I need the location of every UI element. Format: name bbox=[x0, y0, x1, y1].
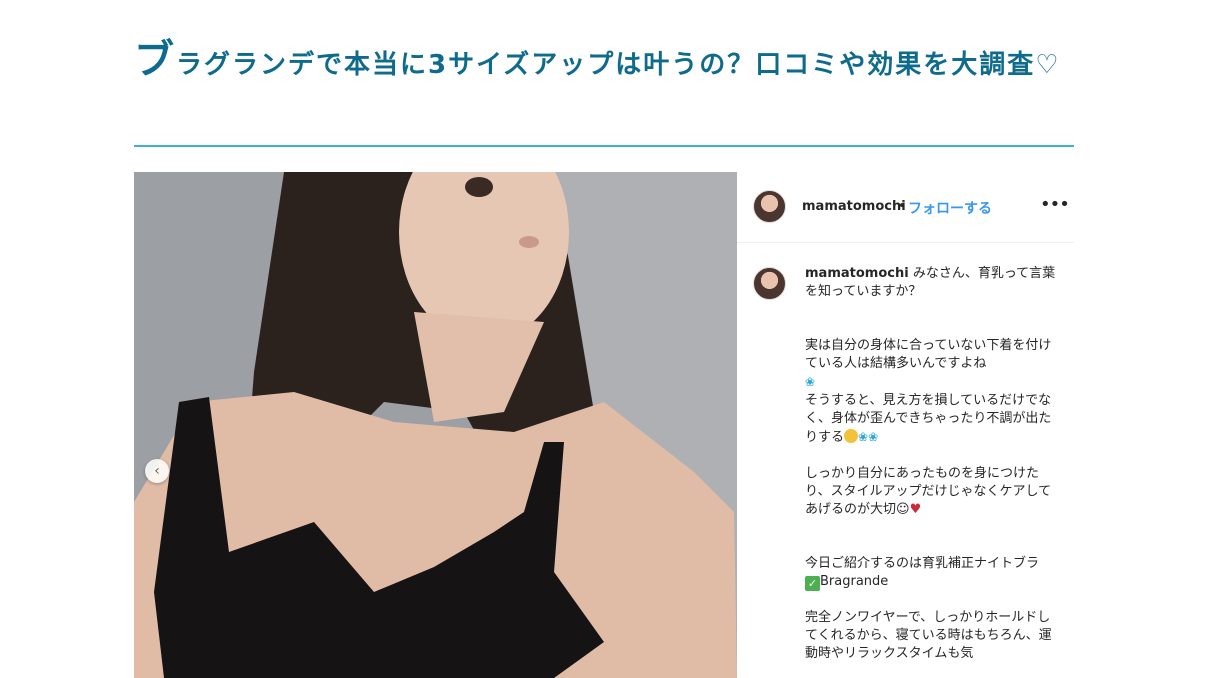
dash-emoji-icon: ❀❀ bbox=[858, 430, 879, 444]
article-title-text: ラグランデで本当に3サイズアップは叶うの？口コミや効果を大調査♡ bbox=[176, 50, 1061, 80]
avatar[interactable] bbox=[753, 190, 786, 223]
dash-emoji-icon: ❀ bbox=[805, 375, 816, 389]
caption-p3: 今日ご紹介するのは育乳補正ナイトブラ bbox=[805, 556, 1040, 571]
article-title: ブラグランデで本当に3サイズアップは叶うの？口コミや効果を大調査♡ bbox=[134, 40, 1074, 85]
caption-avatar[interactable] bbox=[753, 267, 786, 300]
caption-p2: しっかり自分にあったものを身につけたり、スタイルアップだけじゃなくケアしてあげる… bbox=[805, 466, 1052, 517]
post-photo[interactable]: ‹ bbox=[134, 172, 737, 678]
check-mark-icon: ✓ bbox=[805, 576, 820, 591]
title-divider bbox=[134, 145, 1074, 147]
article-title-first-char: ブ bbox=[134, 37, 176, 83]
separator-dot: • bbox=[898, 199, 906, 214]
caption-p1-line2: そうすると、見え方を損しているだけでなく、身体が歪んできちゃったり不調が出たりす… bbox=[805, 393, 1052, 445]
chevron-left-icon[interactable]: ‹ bbox=[145, 459, 169, 483]
caption-p4: 完全ノンワイヤーで、しっかりホールドしてくれるから、寝ている時はもちろん、運動時… bbox=[805, 610, 1052, 661]
username-link[interactable]: mamatomochi bbox=[802, 199, 906, 214]
caption-username[interactable]: mamatomochi bbox=[805, 266, 909, 281]
post-header: mamatomochi • フォローする ••• bbox=[737, 172, 1074, 243]
follow-button[interactable]: フォローする bbox=[908, 198, 992, 218]
post-sidebar: mamatomochi • フォローする ••• mamatomochi みなさ… bbox=[737, 172, 1074, 678]
post-caption: mamatomochi みなさん、育乳って言葉を知っていますか？ 実は自分の身体… bbox=[805, 265, 1060, 663]
more-options-icon[interactable]: ••• bbox=[1040, 194, 1070, 215]
caption-p1-line1: 実は自分の身体に合っていない下着を付けている人は結構多いんですよね bbox=[805, 338, 1052, 371]
heart-emoji-icon: ♥ bbox=[909, 502, 922, 517]
post-photo-illustration bbox=[134, 172, 737, 678]
caption-brand: Bragrande bbox=[820, 574, 889, 589]
smile-emoji-icon: ☺ bbox=[896, 502, 910, 517]
scream-emoji-icon bbox=[844, 429, 859, 443]
